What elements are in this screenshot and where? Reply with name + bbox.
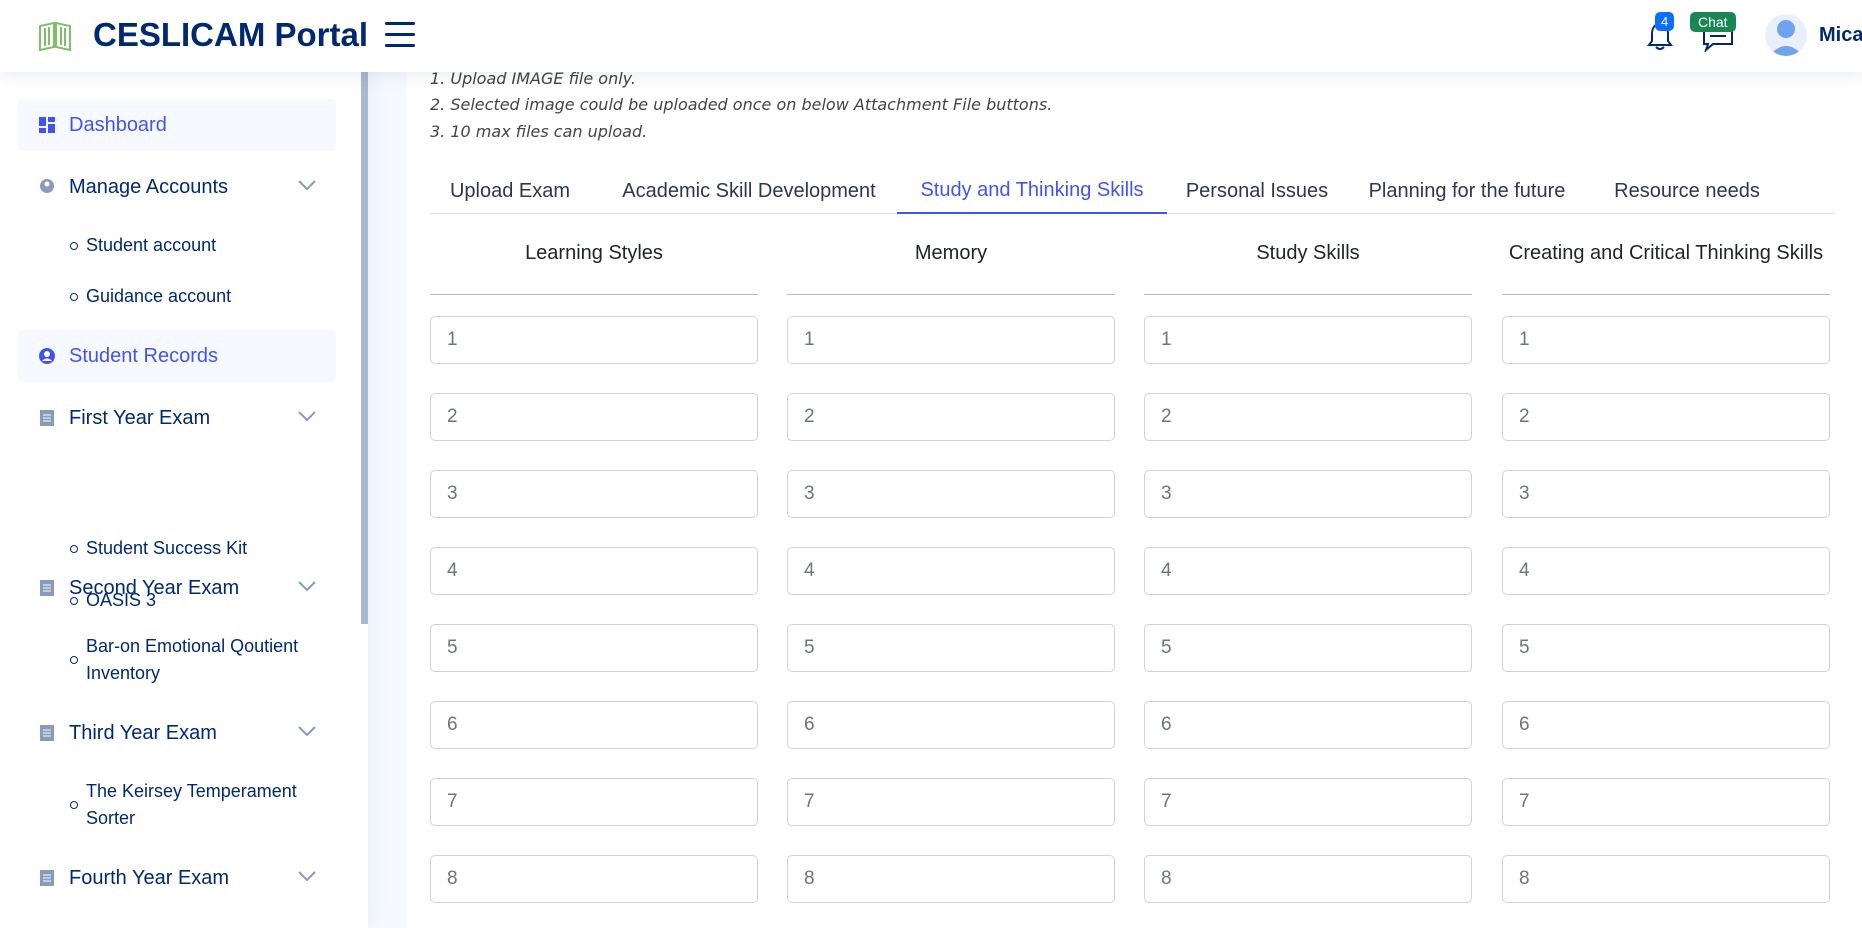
sidebar-item-label: Student Success Kit <box>86 538 248 558</box>
document-icon <box>40 725 54 741</box>
skill-input-field[interactable] <box>430 624 758 672</box>
skill-input-field[interactable] <box>1502 624 1830 672</box>
sidebar-item-dashboard[interactable]: Dashboard <box>18 99 336 151</box>
skill-input-field[interactable] <box>787 624 1115 672</box>
sidebar-item-label: The Keirsey Temperament Sorter <box>86 781 297 828</box>
sidebar-item-label: Student Records <box>69 344 218 367</box>
chevron-down-icon <box>298 726 316 737</box>
avatar-icon <box>1769 20 1803 56</box>
logo-book-icon <box>39 21 71 52</box>
main-content: 1. Upload IMAGE file only. 2. Selected i… <box>406 72 1862 928</box>
tab-academic-skill-development[interactable]: Academic Skill Development <box>590 168 908 214</box>
sidebar-item-label: Bar-on Emotional Qoutient Inventory <box>86 636 299 683</box>
chat-badge: Chat <box>1690 12 1736 32</box>
skill-input-field[interactable] <box>787 316 1115 364</box>
upload-note-1: 1. Upload IMAGE file only. <box>430 72 636 88</box>
sidebar-item-label: Guidance account <box>86 286 232 306</box>
column-divider <box>1502 294 1830 295</box>
sidebar-item-second-year-exam[interactable]: Second Year Exam <box>18 562 336 614</box>
sidebar-item-label: Dashboard <box>69 113 167 136</box>
skill-input-field[interactable] <box>430 470 758 518</box>
person-icon <box>39 348 55 364</box>
chevron-down-icon <box>298 871 316 882</box>
top-header: CESLICAM Portal 4 Chat Mica <box>0 0 1862 72</box>
skill-input-field[interactable] <box>1502 778 1830 826</box>
upload-note-2: 2. Selected image could be uploaded once… <box>430 95 1053 114</box>
skill-input-field[interactable] <box>787 470 1115 518</box>
skill-input-field[interactable] <box>787 547 1115 595</box>
document-icon <box>40 870 54 886</box>
column-header: Study Skills <box>1256 242 1360 264</box>
tab-study-and-thinking-skills[interactable]: Study and Thinking Skills <box>897 168 1167 214</box>
sidebar-scrollbar[interactable] <box>361 72 368 624</box>
skill-input-field[interactable] <box>1144 316 1472 364</box>
skill-input-field[interactable] <box>430 547 758 595</box>
sidebar-item-fourth-year-exam[interactable]: Fourth Year Exam <box>18 852 336 904</box>
column-header: Creating and Critical Thinking Skills <box>1508 242 1824 264</box>
chevron-down-icon <box>298 180 316 191</box>
sidebar-item-first-year-exam[interactable]: First Year Exam <box>18 392 336 444</box>
brand-title[interactable]: CESLICAM Portal <box>93 16 368 54</box>
skill-input-field[interactable] <box>1144 547 1472 595</box>
column-header: Memory <box>914 242 988 264</box>
avatar[interactable] <box>1765 14 1807 56</box>
skill-input-field[interactable] <box>787 393 1115 441</box>
notifications-badge: 4 <box>1655 12 1675 31</box>
skill-input-field[interactable] <box>430 778 758 826</box>
skill-input-field[interactable] <box>787 855 1115 903</box>
skill-input-field[interactable] <box>1502 855 1830 903</box>
column-divider <box>787 294 1115 295</box>
skill-input-field[interactable] <box>430 855 758 903</box>
document-icon <box>40 410 54 426</box>
grid-icon <box>39 117 55 133</box>
circle-icon <box>70 656 78 664</box>
column-header: Learning Styles <box>525 242 663 264</box>
user-name[interactable]: Mica <box>1819 24 1862 47</box>
sidebar-item-label: Third Year Exam <box>69 721 217 744</box>
sidebar-item-label: Fourth Year Exam <box>69 866 230 889</box>
skill-input-field[interactable] <box>1502 393 1830 441</box>
chevron-down-icon <box>298 581 316 592</box>
tab-personal-issues[interactable]: Personal Issues <box>1167 168 1347 214</box>
skill-input-field[interactable] <box>1144 393 1472 441</box>
sidebar-item-manage-accounts[interactable]: Manage Accounts <box>18 161 336 213</box>
exam-tabs: Upload Exam Academic Skill Development S… <box>430 168 1835 214</box>
circle-icon <box>70 801 78 809</box>
sidebar-item-student-records[interactable]: Student Records <box>18 330 336 382</box>
hamburger-menu-icon[interactable] <box>385 22 416 48</box>
skill-input-field[interactable] <box>1144 470 1472 518</box>
skill-input-field[interactable] <box>1144 624 1472 672</box>
skill-input-field[interactable] <box>787 701 1115 749</box>
column-divider <box>1144 294 1472 295</box>
tab-resource-needs[interactable]: Resource needs <box>1587 168 1787 214</box>
chevron-down-icon <box>298 411 316 422</box>
circle-icon <box>70 242 78 250</box>
upload-note-3: 3. 10 max files can upload. <box>430 122 648 141</box>
tab-planning-for-the-future[interactable]: Planning for the future <box>1347 168 1587 214</box>
skill-input-field[interactable] <box>1502 701 1830 749</box>
skill-input-field[interactable] <box>1144 855 1472 903</box>
skill-input-field[interactable] <box>1144 778 1472 826</box>
skill-input-field[interactable] <box>430 701 758 749</box>
skill-input-field[interactable] <box>430 393 758 441</box>
skill-input-field[interactable] <box>1144 701 1472 749</box>
skill-input-field[interactable] <box>430 316 758 364</box>
skill-input-field[interactable] <box>1502 470 1830 518</box>
sidebar-item-third-year-exam[interactable]: Third Year Exam <box>18 707 336 759</box>
column-divider <box>430 294 758 295</box>
circle-icon <box>70 293 78 301</box>
skill-input-field[interactable] <box>1502 547 1830 595</box>
skill-input-field[interactable] <box>787 778 1115 826</box>
tab-upload-exam[interactable]: Upload Exam <box>430 168 590 214</box>
sidebar-item-label: First Year Exam <box>69 406 211 429</box>
circle-icon <box>70 545 78 553</box>
sidebar-item-label: Second Year Exam <box>69 576 240 599</box>
sidebar-item-label: Manage Accounts <box>69 175 228 198</box>
skill-input-field[interactable] <box>1502 316 1830 364</box>
sidebar-item-label: Student account <box>86 235 217 255</box>
users-icon <box>40 179 54 193</box>
document-icon <box>40 580 54 596</box>
